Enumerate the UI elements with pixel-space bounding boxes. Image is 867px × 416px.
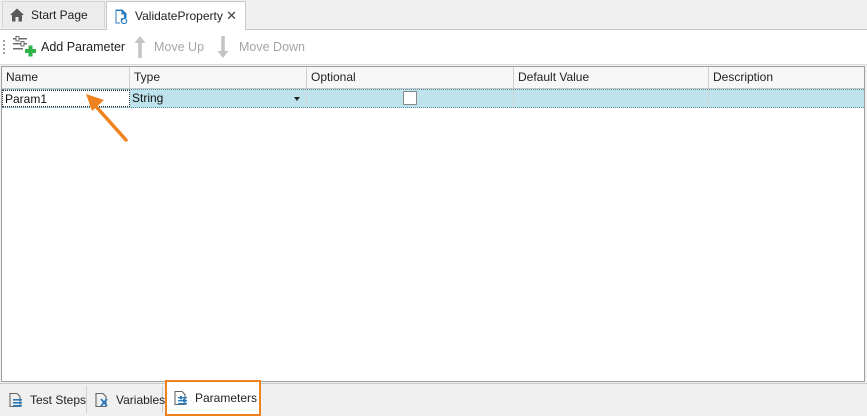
column-header-name[interactable]: Name [2,67,130,88]
parameters-icon [173,390,189,406]
tab-start-page[interactable]: Start Page [2,1,105,28]
column-header-description[interactable]: Description [709,67,864,88]
home-icon [9,7,25,23]
pointer-arrow-icon [86,94,128,142]
type-dropdown[interactable]: String [130,90,307,107]
document-tab-bar: Start Page ValidateProperty ✕ [0,0,867,30]
dropdown-arrow-icon[interactable] [294,97,300,101]
tab-variables[interactable]: Variables [88,386,166,413]
tab-test-steps[interactable]: Test Steps [2,386,87,413]
optional-cell [307,90,514,107]
add-parameter-label: Add Parameter [41,40,126,54]
script-routine-icon [113,8,129,25]
description-cell[interactable] [709,90,864,107]
default-value-cell[interactable] [514,90,709,107]
tab-label: Start Page [31,8,88,22]
optional-checkbox[interactable] [403,91,417,105]
arrow-down-icon [216,35,230,59]
type-value: String [132,91,164,105]
move-down-button[interactable]: Move Down [216,34,305,60]
column-header-default-value[interactable]: Default Value [514,67,709,88]
tab-parameters[interactable]: Parameters [165,380,261,416]
toolbar-grip[interactable] [3,39,5,55]
tab-label: Parameters [195,391,258,405]
parameters-toolbar: Add Parameter Move Up Move Down [0,30,867,65]
tab-label: Variables [116,392,166,407]
editor-bottom-tabs: Test Steps Variables Parameters [0,380,867,416]
grid-header: Name Type Optional Default Value Descrip… [2,67,864,89]
close-icon[interactable]: ✕ [226,8,237,24]
tab-label: ValidateProperty [135,9,223,23]
tab-validateproperty[interactable]: ValidateProperty ✕ [106,1,246,30]
move-up-label: Move Up [154,40,205,54]
add-parameter-icon [12,35,38,59]
tab-label: Test Steps [30,392,87,407]
test-steps-icon [8,392,24,408]
arrow-up-icon [133,35,147,59]
column-header-optional[interactable]: Optional [307,67,514,88]
variables-icon [94,392,110,408]
move-down-label: Move Down [239,40,305,54]
move-up-button[interactable]: Move Up [133,34,204,60]
add-parameter-button[interactable]: Add Parameter [12,34,125,60]
column-header-type[interactable]: Type [130,67,307,88]
